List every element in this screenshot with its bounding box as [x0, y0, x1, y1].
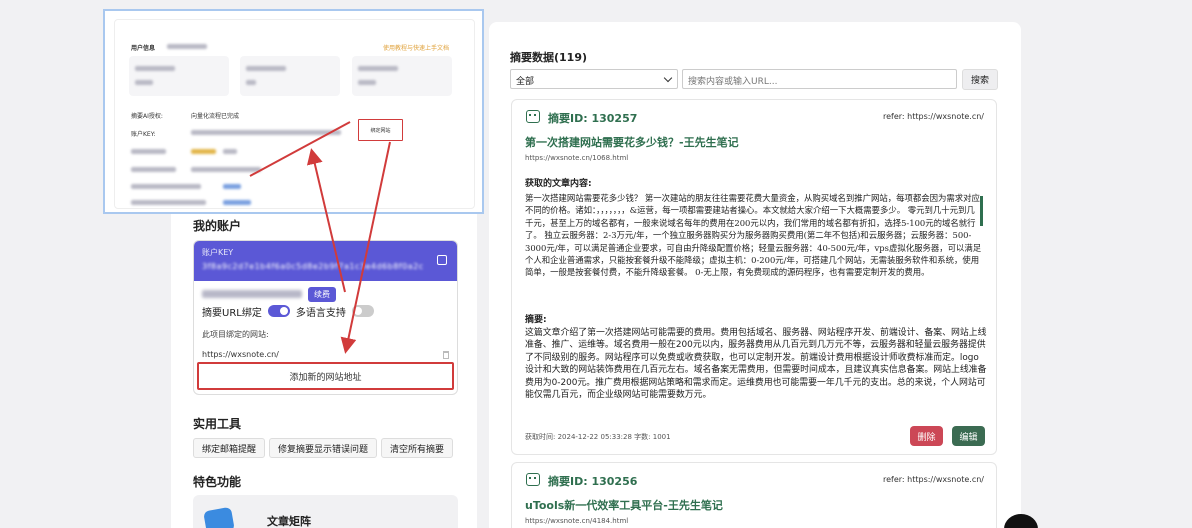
arrow-to-overlay [306, 148, 346, 293]
arrow-to-add-site [340, 141, 391, 354]
arrow-to-bind-button [249, 121, 351, 177]
annotation-arrows [249, 121, 391, 354]
